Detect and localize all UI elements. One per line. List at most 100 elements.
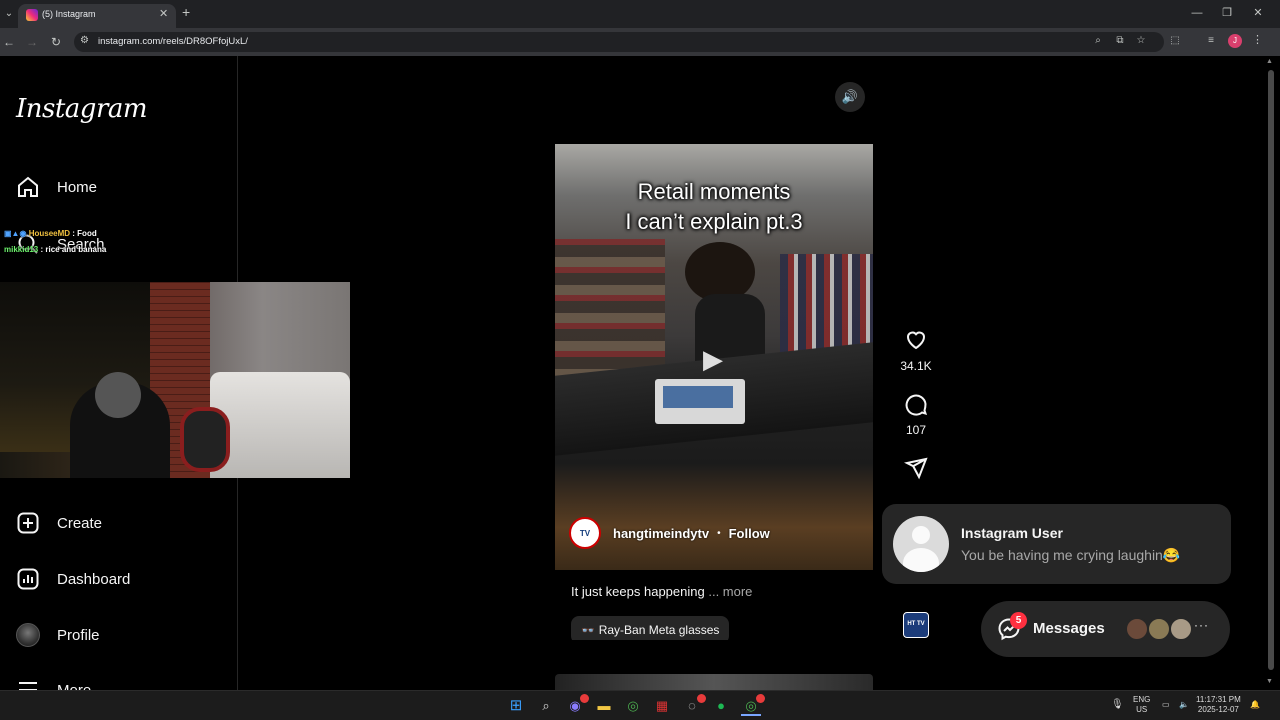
sidebar-item-label: Dashboard [57, 570, 131, 588]
author-username[interactable]: hangtimeindytv [613, 526, 709, 541]
language-indicator[interactable]: ENG US [1133, 695, 1150, 715]
network-icon[interactable]: ▭ [1162, 700, 1170, 710]
follow-button[interactable]: Follow [729, 526, 770, 541]
new-tab-icon[interactable]: + [182, 5, 190, 19]
reading-list-icon[interactable]: ≡ [1204, 35, 1218, 46]
notification-bell-icon[interactable]: 🔔 [1250, 700, 1260, 710]
spotify-icon[interactable]: ● [711, 696, 731, 716]
heart-icon[interactable] [904, 328, 928, 352]
install-app-icon[interactable]: ⧉ [1113, 35, 1127, 46]
chat-line: ▣▲◉ HouseeMD : Food [4, 229, 97, 238]
volume-icon[interactable]: 🔈 [1179, 700, 1189, 710]
obs-icon[interactable]: ◌ [682, 694, 706, 716]
reload-icon[interactable]: ↻ [47, 33, 65, 51]
sidebar-item-label: Profile [57, 626, 100, 644]
minimize-icon[interactable]: — [1182, 4, 1212, 22]
instagram-logo[interactable]: Instagram [16, 94, 148, 124]
sidebar: Instagram Home Search Create Dashboard P… [0, 56, 350, 690]
taskbar-search-icon[interactable]: ⌕ [536, 696, 556, 716]
unread-badge: 5 [1010, 612, 1027, 629]
message-notification[interactable]: Instagram User You be having me crying l… [882, 504, 1231, 584]
reel-caption: Retail moments I can’t explain pt.3 [625, 179, 803, 234]
message-avatar [1147, 617, 1171, 641]
sidebar-item-label: Home [57, 178, 98, 196]
window-close-icon[interactable]: ✕ [1243, 4, 1273, 22]
maximize-icon[interactable]: ❐ [1212, 4, 1242, 22]
streaming-app-icon[interactable]: ▦ [652, 696, 672, 716]
video-register-screen [663, 386, 733, 408]
separator-dot: • [717, 527, 721, 539]
share-send-icon[interactable] [903, 456, 928, 480]
reel-description-text: It just keeps happening [571, 584, 705, 599]
share-action[interactable] [900, 456, 932, 485]
chat-user: mikkid13 [4, 245, 39, 254]
sidebar-item-label: More [57, 681, 92, 691]
webcam-gaming-chair [180, 407, 230, 472]
product-tag-label: Ray-Ban Meta glasses [598, 623, 720, 637]
extensions-icon[interactable]: ⬚ [1168, 35, 1182, 46]
address-bar[interactable]: ⚙ instagram.com/reels/DR8OFfojUxL/ [74, 32, 1164, 52]
reel-author: TV hangtimeindytv • Follow [569, 517, 770, 549]
scroll-down-arrow-icon[interactable]: ▼ [1266, 678, 1273, 685]
address-url[interactable]: instagram.com/reels/DR8OFfojUxL/ [98, 36, 248, 47]
chrome-active-icon[interactable]: ◎ [741, 694, 765, 716]
stream-chat-overlay: ▣▲◉ HouseeMD : Food mikkid13 : rice and … [4, 226, 106, 258]
instagram-page: Instagram Home Search Create Dashboard P… [0, 56, 1280, 690]
messages-button[interactable]: 5 Messages ··· [981, 601, 1230, 657]
video-person-hair [685, 242, 755, 302]
hamburger-menu-icon [19, 682, 37, 690]
chat-message: : rice and banana [40, 245, 107, 254]
chat-line: mikkid13 : rice and banana [4, 242, 106, 258]
sidebar-item-more[interactable]: More [16, 676, 91, 690]
like-action[interactable]: 34.1K [900, 328, 932, 373]
bookmark-star-icon[interactable]: ☆ [1134, 35, 1148, 46]
play-icon[interactable]: ▶ [703, 344, 723, 375]
sidebar-item-profile[interactable]: Profile [16, 621, 100, 649]
browser-menu-icon[interactable]: ⋮ [1252, 33, 1263, 46]
webcam-overlay [0, 282, 350, 478]
original-audio-thumbnail[interactable]: HT TV [903, 612, 929, 638]
dashboard-icon [17, 568, 39, 590]
site-info-icon[interactable]: ⚙ [80, 35, 89, 46]
zoom-icon[interactable]: ⌕ [1091, 35, 1105, 46]
webcam-couch [210, 372, 350, 478]
comment-icon[interactable] [904, 392, 928, 416]
scroll-up-arrow-icon[interactable]: ▲ [1266, 58, 1273, 65]
comment-count: 107 [905, 423, 927, 437]
sound-on-icon[interactable]: 🔊 [835, 82, 865, 112]
browser-profile-avatar[interactable]: J [1228, 34, 1242, 48]
browser-toolbar: ← → ↻ ⚙ instagram.com/reels/DR8OFfojUxL/… [0, 28, 1280, 56]
default-user-avatar [893, 516, 949, 572]
chrome-icon[interactable]: ◎ [623, 696, 643, 716]
reel-player[interactable]: ▶ Retail moments I can’t explain pt.3 🔊 … [555, 74, 873, 640]
notification-sender: Instagram User [961, 525, 1063, 541]
author-avatar[interactable]: TV [569, 517, 601, 549]
comment-action[interactable]: 107 [900, 392, 932, 437]
sidebar-item-label: Create [57, 514, 103, 532]
sidebar-item-home[interactable]: Home [16, 173, 97, 201]
profile-avatar [16, 623, 40, 647]
file-explorer-icon[interactable]: ▬ [594, 696, 614, 716]
back-arrow-icon[interactable]: ← [0, 33, 18, 51]
windows-taskbar: ⊞ ⌕ ◉ ▬ ◎ ▦ ◌ ● ◎ 🎙 ENG US ▭ 🔈 11:17:31 … [0, 690, 1280, 720]
sidebar-item-create[interactable]: Create [16, 509, 102, 537]
windows-start-icon[interactable]: ⊞ [506, 696, 526, 716]
clock[interactable]: 11:17:31 PM 2025-12-07 [1196, 695, 1241, 715]
instagram-favicon-icon [26, 9, 38, 21]
forward-arrow-icon[interactable]: → [23, 33, 41, 51]
next-reel-preview[interactable] [555, 674, 873, 690]
more-link[interactable]: ... more [708, 584, 752, 599]
discord-icon[interactable]: ◉ [565, 694, 589, 716]
product-tag-chip[interactable]: 👓 Ray-Ban Meta glasses [571, 616, 730, 640]
reel-description: It just keeps happening ... more [571, 584, 752, 599]
clock-date: 2025-12-07 [1197, 705, 1239, 714]
scrollbar-thumb[interactable] [1268, 70, 1274, 670]
chat-message: : Food [72, 229, 97, 238]
sidebar-item-dashboard[interactable]: Dashboard [16, 565, 130, 593]
browser-tab[interactable]: (5) Instagram ✕ [18, 4, 176, 28]
microphone-icon[interactable]: 🎙 [1111, 700, 1124, 710]
tab-search-icon[interactable]: ⌄ [0, 4, 18, 24]
message-avatar [1125, 617, 1149, 641]
tab-close-icon[interactable]: ✕ [159, 7, 168, 20]
like-count: 34.1K [900, 359, 932, 373]
